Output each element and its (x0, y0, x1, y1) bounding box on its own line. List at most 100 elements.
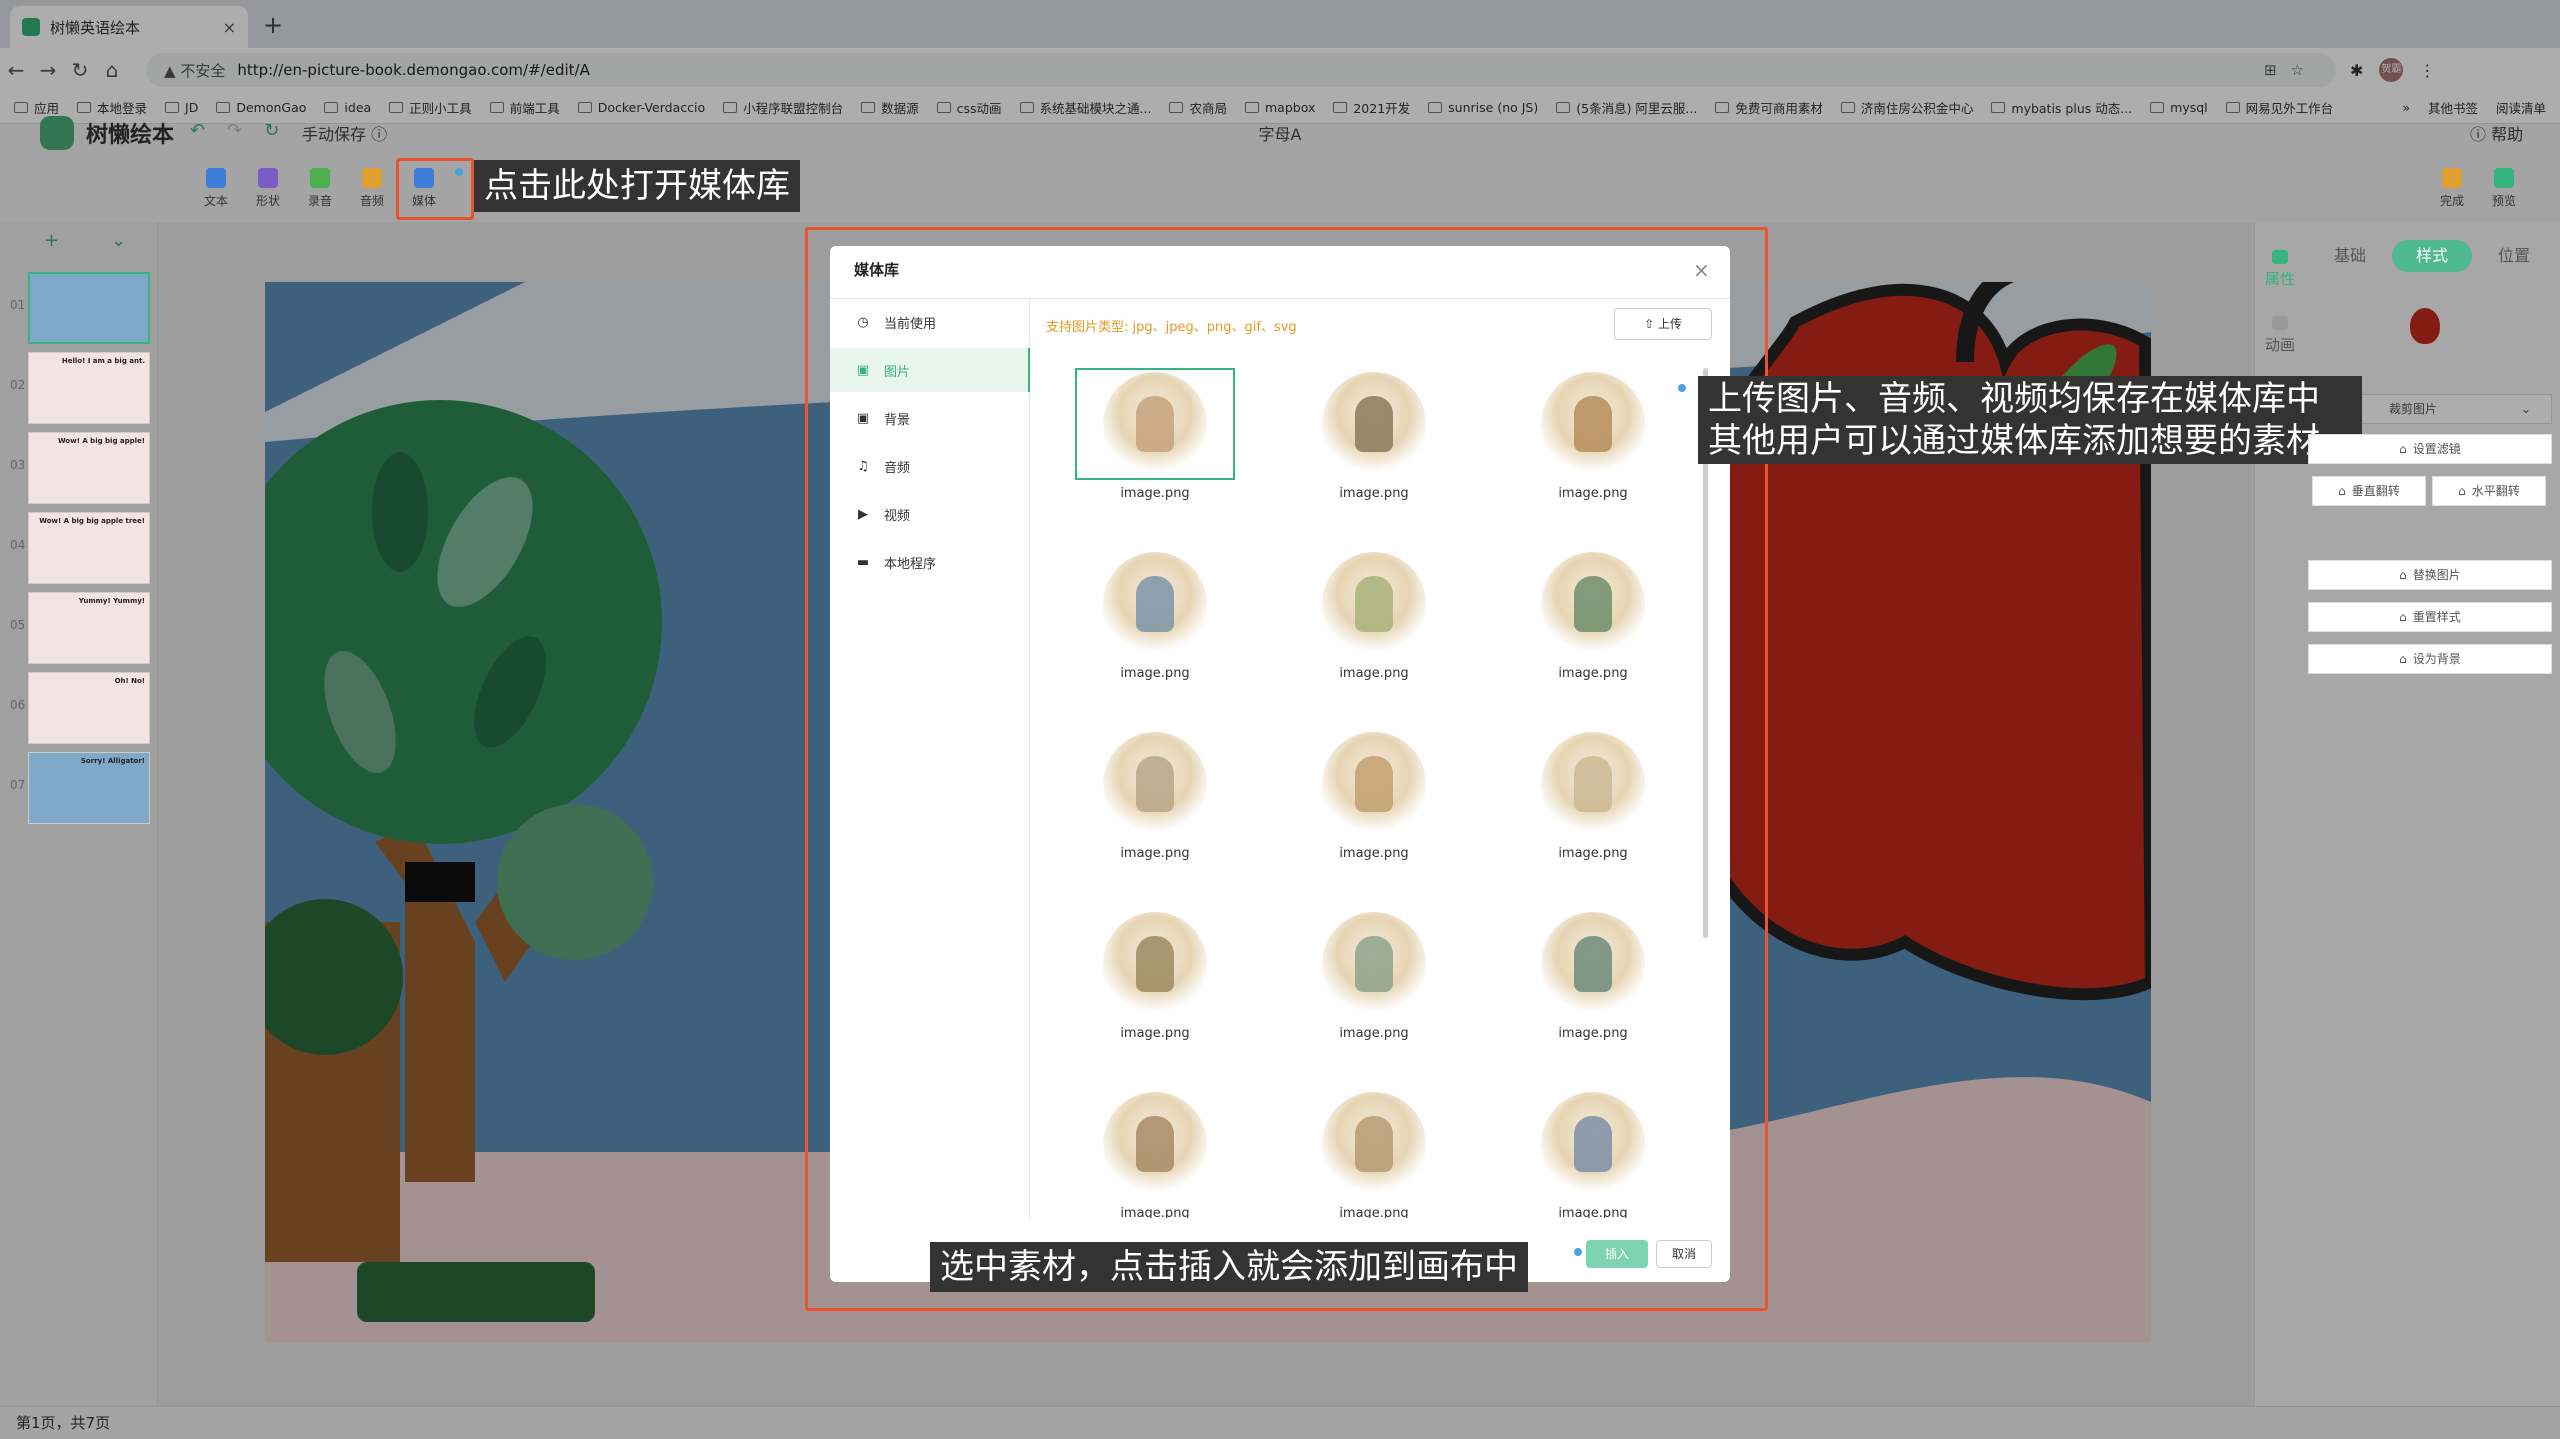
page-thumbnail[interactable]: Wow! A big big apple tree! (28, 512, 150, 584)
category-icon: ▣ (856, 362, 870, 378)
publish-2-button[interactable]: 预览 (2484, 168, 2524, 209)
image-tile[interactable]: image.png (1269, 368, 1479, 501)
image-filename: image.png (1339, 1206, 1409, 1218)
page-caption: Wow! A big big apple tree! (39, 517, 145, 525)
upload-button[interactable]: ⇧ 上传 (1614, 308, 1712, 340)
page-thumbnail[interactable]: Hello! I am a big ant. (28, 352, 150, 424)
image-thumbnail[interactable] (1294, 368, 1454, 480)
tool-2-icon (258, 168, 278, 188)
side-tab-2[interactable]: 动画 (2262, 316, 2298, 355)
category-icon: ▬ (856, 554, 870, 570)
page-number: 04 (10, 538, 26, 552)
image-filename: image.png (1339, 846, 1409, 861)
image-tile[interactable]: image.png (1488, 728, 1698, 861)
action-button-6[interactable]: ⌂ 设为背景 (2308, 644, 2552, 674)
illustration-figure (1355, 756, 1393, 812)
side-tab-label: 动画 (2264, 336, 2295, 354)
page-thumbnail[interactable]: Wow! A big big apple! (28, 432, 150, 504)
image-thumbnail[interactable] (1513, 548, 1673, 660)
nav-label: 图片 (884, 364, 911, 380)
image-thumbnail[interactable] (1294, 728, 1454, 840)
category-icon: ◷ (857, 314, 869, 330)
toolbar-3-button[interactable]: 录音 (300, 168, 340, 209)
upload-annotation-line2: 其他用户可以通过媒体库添加想要的素材 (1708, 421, 2320, 461)
illustration-figure (1574, 936, 1612, 992)
page-caption: Sorry! Alligator! (80, 757, 145, 765)
page-thumbnail[interactable] (28, 272, 150, 344)
action-button-1[interactable]: ⌂ 设置滤镜 (2308, 434, 2552, 464)
action-label: 设为背景 (2412, 652, 2461, 666)
image-thumbnail[interactable] (1513, 728, 1673, 840)
image-filename: image.png (1339, 1026, 1409, 1041)
image-tile[interactable]: image.png (1050, 1088, 1260, 1218)
insert-button[interactable]: 插入 (1586, 1240, 1648, 1268)
illustration-image (1541, 552, 1645, 656)
dialog-title: 媒体库 (854, 261, 900, 279)
image-thumbnail[interactable] (1294, 548, 1454, 660)
illustration-image (1322, 1092, 1426, 1196)
nav-5[interactable]: ▶ 视频 (830, 492, 1030, 536)
toolbar-4-button[interactable]: 音频 (352, 168, 392, 209)
image-tile[interactable]: image.png (1488, 1088, 1698, 1218)
toolbar-5-button[interactable]: 媒体 (404, 168, 444, 209)
nav-3[interactable]: ▣ 背景 (830, 396, 1030, 440)
image-tile[interactable]: image.png (1269, 728, 1479, 861)
nav-1[interactable]: ◷ 当前使用 (830, 300, 1030, 344)
action-label: 替换图片 (2412, 568, 2461, 582)
illustration-image (1541, 732, 1645, 836)
image-thumbnail[interactable] (1513, 1088, 1673, 1200)
image-filename: image.png (1558, 486, 1628, 501)
image-tile[interactable]: image.png (1269, 548, 1479, 681)
image-thumbnail[interactable] (1294, 908, 1454, 1020)
image-thumbnail[interactable] (1513, 908, 1673, 1020)
image-tile[interactable]: image.png (1050, 728, 1260, 861)
action-button-3[interactable]: ⌂ 水平翻转 (2432, 476, 2546, 506)
image-thumbnail[interactable] (1075, 548, 1235, 660)
tab-1[interactable]: 基础 (2310, 240, 2390, 272)
action-button-2[interactable]: ⌂ 垂直翻转 (2312, 476, 2426, 506)
close-dialog-icon[interactable]: × (1693, 258, 1710, 282)
image-thumbnail[interactable] (1294, 1088, 1454, 1200)
page-thumbnail[interactable]: Oh! No! (28, 672, 150, 744)
image-tile[interactable]: image.png (1269, 1088, 1479, 1218)
image-thumbnail[interactable] (1075, 368, 1235, 480)
category-icon: ♫ (857, 458, 869, 474)
nav-6[interactable]: ▬ 本地程序 (830, 540, 1030, 584)
nav-4[interactable]: ♫ 音频 (830, 444, 1030, 488)
page-thumbnail[interactable]: Sorry! Alligator! (28, 752, 150, 824)
illustration-image (1541, 1092, 1645, 1196)
image-tile[interactable]: image.png (1488, 908, 1698, 1041)
image-tile[interactable]: image.png (1050, 368, 1260, 501)
annotation-dot (455, 168, 463, 176)
image-thumbnail[interactable] (1075, 728, 1235, 840)
image-filename: image.png (1339, 486, 1409, 501)
nav-label: 视频 (884, 508, 911, 524)
toolbar-1-button[interactable]: 文本 (196, 168, 236, 209)
image-tile[interactable]: image.png (1269, 908, 1479, 1041)
tab-2[interactable]: 样式 (2392, 240, 2472, 272)
illustration-image (1103, 1092, 1207, 1196)
tool-5-icon (414, 168, 434, 188)
publish-1-button[interactable]: 完成 (2432, 168, 2472, 209)
image-thumbnail[interactable] (1075, 1088, 1235, 1200)
tool-3-icon (310, 168, 330, 188)
action-button-4[interactable]: ⌂ 替换图片 (2308, 560, 2552, 590)
image-thumbnail[interactable] (1075, 908, 1235, 1020)
image-tile[interactable]: image.png (1488, 368, 1698, 501)
side-tab-1[interactable]: 属性 (2262, 250, 2298, 289)
nav-label: 当前使用 (884, 316, 937, 332)
tab-3[interactable]: 位置 (2474, 240, 2554, 272)
nav-label: 音频 (884, 460, 911, 476)
cancel-button[interactable]: 取消 (1656, 1240, 1712, 1268)
image-tile[interactable]: image.png (1050, 548, 1260, 681)
image-filename: image.png (1558, 666, 1628, 681)
page-caption: Oh! No! (114, 677, 145, 685)
nav-2[interactable]: ▣ 图片 (830, 348, 1030, 392)
image-tile[interactable]: image.png (1488, 548, 1698, 681)
action-button-5[interactable]: ⌂ 重置样式 (2308, 602, 2552, 632)
toolbar-2-button[interactable]: 形状 (248, 168, 288, 209)
page-thumbnail[interactable]: Yummy! Yummy! (28, 592, 150, 664)
image-thumbnail[interactable] (1513, 368, 1673, 480)
illustration-image (1103, 372, 1207, 476)
image-tile[interactable]: image.png (1050, 908, 1260, 1041)
